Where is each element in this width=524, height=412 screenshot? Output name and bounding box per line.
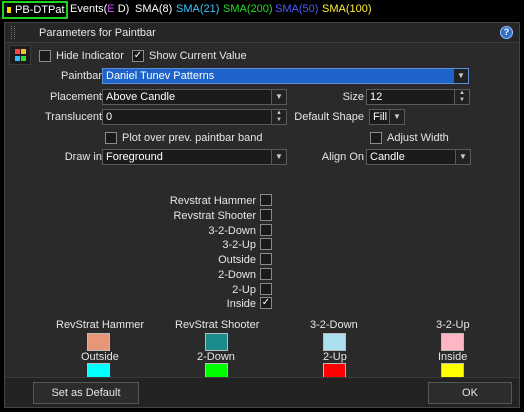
draw-in-label: Draw in — [64, 151, 102, 163]
plot-over-checkbox[interactable] — [105, 132, 117, 144]
dialog-title: Parameters for Paintbar — [39, 27, 156, 39]
color-swatch-3-2-down[interactable] — [323, 333, 346, 351]
pattern-label-3-2-up: 3-2-Up — [222, 239, 256, 251]
drag-handle[interactable] — [11, 26, 15, 39]
size-value: 12 — [370, 91, 383, 103]
pattern-label-revstrat-shooter: Revstrat Shooter — [173, 210, 256, 222]
hide-indicator-label: Hide Indicator — [56, 50, 124, 62]
dialog-footer: Set as Default OK — [5, 377, 519, 407]
paintbar-tab-label: PB-DTPat — [15, 4, 65, 16]
translucent-label: Translucent — [44, 111, 102, 123]
color-swatch-3-2-up[interactable] — [441, 333, 464, 351]
stepper-arrows-icon[interactable]: ▲ ▼ — [454, 90, 469, 104]
chevron-down-icon: ▼ — [389, 110, 404, 124]
color-label-revstrat-shooter: RevStrat Shooter — [175, 319, 260, 331]
pattern-checkbox-revstrat-hammer[interactable] — [260, 194, 272, 206]
stepper-arrows-icon[interactable]: ▲ ▼ — [271, 110, 286, 124]
translucent-stepper[interactable]: 0 ▲ ▼ — [102, 109, 287, 125]
default-shape-value: Fill — [373, 111, 388, 123]
pattern-label-outside: Outside — [218, 254, 256, 266]
pattern-checkbox-revstrat-shooter[interactable] — [260, 209, 272, 221]
placement-label: Placement — [50, 91, 102, 103]
sma-21-indicator[interactable]: SMA(21) — [176, 3, 219, 16]
color-swatch-revstrat-shooter[interactable] — [205, 333, 228, 351]
paintbar-select[interactable]: Daniel Tunev Patterns ▼ — [102, 68, 469, 84]
pattern-label-3-2-down: 3-2-Down — [208, 225, 256, 237]
show-current-value-checkbox[interactable]: ✓ — [132, 50, 144, 62]
adjust-width-checkbox[interactable] — [370, 132, 382, 144]
plot-over-label: Plot over prev. paintbar band — [122, 132, 263, 144]
draw-in-select[interactable]: Foreground ▼ — [102, 149, 287, 165]
events-indicator[interactable]: Events(E D) — [70, 3, 129, 16]
pattern-label-2-up: 2-Up — [232, 284, 256, 296]
indicator-strip: PB-DTPat Events(E D) SMA(8) SMA(21) SMA(… — [0, 0, 524, 20]
hide-indicator-checkbox[interactable] — [39, 50, 51, 62]
paintbar-label: Paintbar — [61, 70, 102, 82]
size-label: Size — [342, 91, 364, 103]
adjust-width-label: Adjust Width — [387, 132, 449, 144]
sma-50-indicator[interactable]: SMA(50) — [275, 3, 318, 16]
translucent-value: 0 — [106, 111, 113, 123]
style-dot-blue — [15, 56, 20, 61]
pattern-label-inside: Inside — [226, 298, 256, 310]
sma-100-indicator[interactable]: SMA(100) — [322, 3, 372, 16]
help-icon[interactable]: ? — [500, 26, 513, 39]
pattern-label-revstrat-hammer: Revstrat Hammer — [169, 195, 256, 207]
show-current-value-label: Show Current Value — [149, 50, 247, 62]
pattern-checkbox-2-up[interactable] — [260, 283, 272, 295]
paintbar-tab[interactable]: PB-DTPat — [2, 1, 68, 19]
chevron-down-icon: ▼ — [271, 150, 286, 164]
paintbar-style-icon[interactable] — [9, 45, 31, 65]
placement-select[interactable]: Above Candle ▼ — [102, 89, 287, 105]
chevron-down-icon: ▼ — [455, 150, 470, 164]
ok-button[interactable]: OK — [428, 382, 512, 404]
color-label-3-2-down: 3-2-Down — [310, 319, 358, 331]
pattern-checkbox-inside[interactable]: ✓ — [260, 297, 272, 309]
size-stepper[interactable]: 12 ▲ ▼ — [366, 89, 470, 105]
paintbar-parameters-dialog: Parameters for Paintbar ? Hide Indicator… — [4, 22, 520, 408]
set-as-default-button[interactable]: Set as Default — [33, 382, 139, 404]
draw-in-value: Foreground — [106, 151, 163, 163]
style-dot-yellow — [21, 49, 26, 54]
pattern-checkbox-3-2-down[interactable] — [260, 224, 272, 236]
pattern-label-2-down: 2-Down — [218, 269, 256, 281]
pattern-checkbox-3-2-up[interactable] — [260, 238, 272, 250]
color-swatch-revstrat-hammer[interactable] — [87, 333, 110, 351]
default-shape-select[interactable]: Fill ▼ — [369, 109, 405, 125]
color-label-revstrat-hammer: RevStrat Hammer — [56, 319, 145, 331]
sma-8-indicator[interactable]: SMA(8) — [135, 3, 172, 16]
pattern-checkbox-outside[interactable] — [260, 253, 272, 265]
sma-200-indicator[interactable]: SMA(200) — [223, 3, 273, 16]
align-on-label: Align On — [321, 151, 364, 163]
align-on-select[interactable]: Candle ▼ — [366, 149, 471, 165]
flag-icon — [7, 7, 11, 13]
dialog-titlebar: Parameters for Paintbar ? — [5, 23, 519, 43]
style-dot-red — [15, 49, 20, 54]
style-dot-green — [21, 56, 26, 61]
chevron-down-icon: ▼ — [271, 90, 286, 104]
align-on-value: Candle — [370, 151, 405, 163]
chevron-down-icon: ▼ — [453, 69, 468, 83]
color-label-3-2-up: 3-2-Up — [436, 319, 470, 331]
default-shape-label: Default Shape — [294, 111, 364, 123]
paintbar-value: Daniel Tunev Patterns — [106, 70, 215, 82]
pattern-checkbox-2-down[interactable] — [260, 268, 272, 280]
placement-value: Above Candle — [106, 91, 176, 103]
